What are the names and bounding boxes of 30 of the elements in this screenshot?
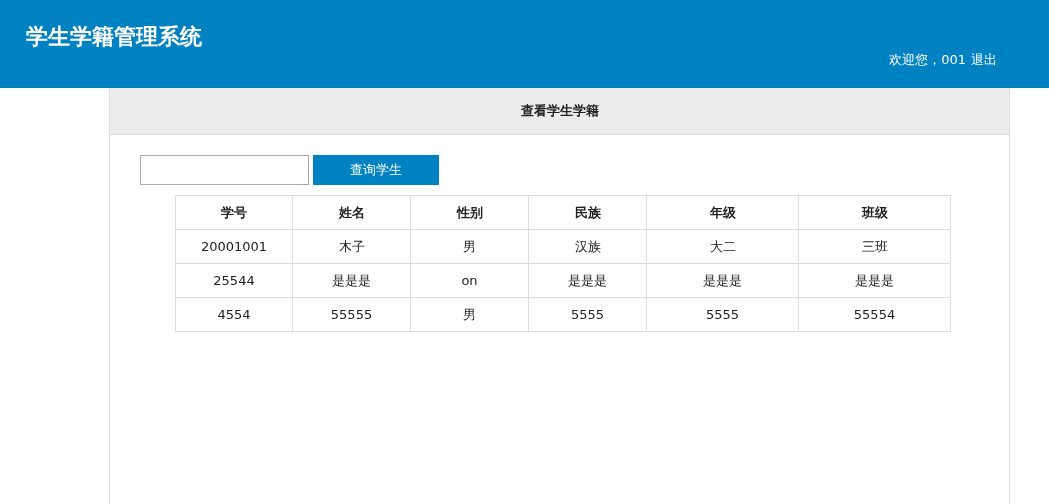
search-field[interactable]: [140, 155, 309, 185]
table-cell: 4554: [175, 297, 293, 332]
panel-title: 查看学生学籍: [520, 102, 599, 120]
table-cell: 男: [410, 229, 529, 264]
table-cell: 5555: [528, 297, 647, 332]
table-cell: 55554: [798, 297, 951, 332]
column-header: 年级: [646, 195, 799, 230]
app-title: 学生学籍管理系统: [26, 23, 202, 51]
table-cell: 木子: [292, 229, 411, 264]
column-header: 性别: [410, 195, 529, 230]
welcome-text: 欢迎您，001: [889, 51, 966, 69]
table-cell: 是是是: [798, 263, 951, 298]
search-button[interactable]: 查询学生: [313, 155, 439, 185]
table-cell: 男: [410, 297, 529, 332]
table-cell: 大二: [646, 229, 799, 264]
column-header: 姓名: [292, 195, 411, 230]
table-cell: 5555: [646, 297, 799, 332]
logout-link[interactable]: 退出: [971, 51, 997, 88]
table-cell: 25544: [175, 263, 293, 298]
table-cell: 汉族: [528, 229, 647, 264]
table-cell: 是是是: [292, 263, 411, 298]
column-header: 学号: [175, 195, 293, 230]
column-header: 民族: [528, 195, 647, 230]
table-cell: 三班: [798, 229, 951, 264]
table-cell: 是是是: [528, 263, 647, 298]
table-cell: 是是是: [646, 263, 799, 298]
table-cell: 20001001: [175, 229, 293, 264]
table-cell: 55555: [292, 297, 411, 332]
column-header: 班级: [798, 195, 951, 230]
table-cell: on: [410, 263, 529, 298]
